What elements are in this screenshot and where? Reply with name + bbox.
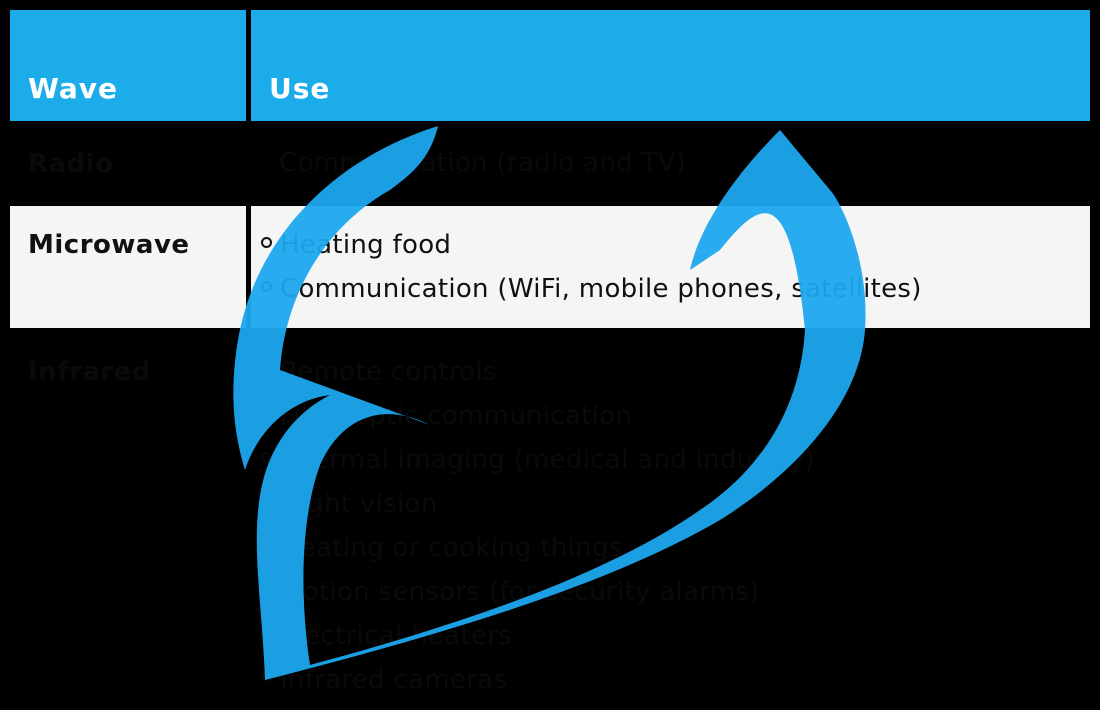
- bullet-icon: [261, 584, 272, 595]
- row-microwave-wave-cell: Microwave: [10, 206, 246, 328]
- row-microwave-use-cell: Heating food Communication (WiFi, mobile…: [251, 206, 1090, 328]
- row-infrared-use-cell: Remote controls Fibre optic communicatio…: [251, 333, 1090, 710]
- bullet-icon: [261, 496, 272, 507]
- wave-label-microwave: Microwave: [28, 230, 190, 260]
- use-item: Motion sensors (for security alarms): [261, 577, 760, 607]
- use-item: Fibre optic communication: [261, 401, 632, 431]
- header-wave-label: Wave: [28, 72, 119, 105]
- bullet-icon: [261, 281, 272, 292]
- wave-label-radio: Radio: [28, 149, 114, 179]
- bullet-icon: [261, 628, 272, 639]
- use-item: Communication (WiFi, mobile phones, sate…: [261, 274, 922, 304]
- use-item: Infrared cameras: [261, 665, 507, 695]
- row-radio-wave-cell: Radio: [10, 126, 246, 201]
- bullet-icon: [261, 540, 272, 551]
- use-item: Thermal imaging (medical and industry): [261, 445, 815, 475]
- wave-label-infrared: Infrared: [28, 357, 151, 387]
- use-item: Night vision: [261, 489, 437, 519]
- header-cell-wave: Wave: [10, 10, 246, 121]
- uses-table: Wave Use Radio Communication (radio and …: [0, 0, 1100, 710]
- header-cell-use: Use: [251, 10, 1090, 121]
- use-item: Heating or cooking things: [261, 533, 623, 563]
- bullet-icon: [261, 364, 272, 375]
- header-use-label: Use: [269, 72, 331, 105]
- row-radio-use-cell: Communication (radio and TV): [251, 126, 1090, 201]
- use-item: Remote controls: [261, 357, 497, 387]
- bullet-icon: [261, 237, 272, 248]
- use-item: Communication (radio and TV): [279, 148, 687, 178]
- bullet-icon: [261, 672, 272, 683]
- use-item: Heating food: [261, 230, 451, 260]
- bullet-icon: [261, 452, 272, 463]
- row-infrared-wave-cell: Infrared: [10, 333, 246, 710]
- bullet-icon: [261, 408, 272, 419]
- use-item: Electrical heaters: [261, 621, 512, 651]
